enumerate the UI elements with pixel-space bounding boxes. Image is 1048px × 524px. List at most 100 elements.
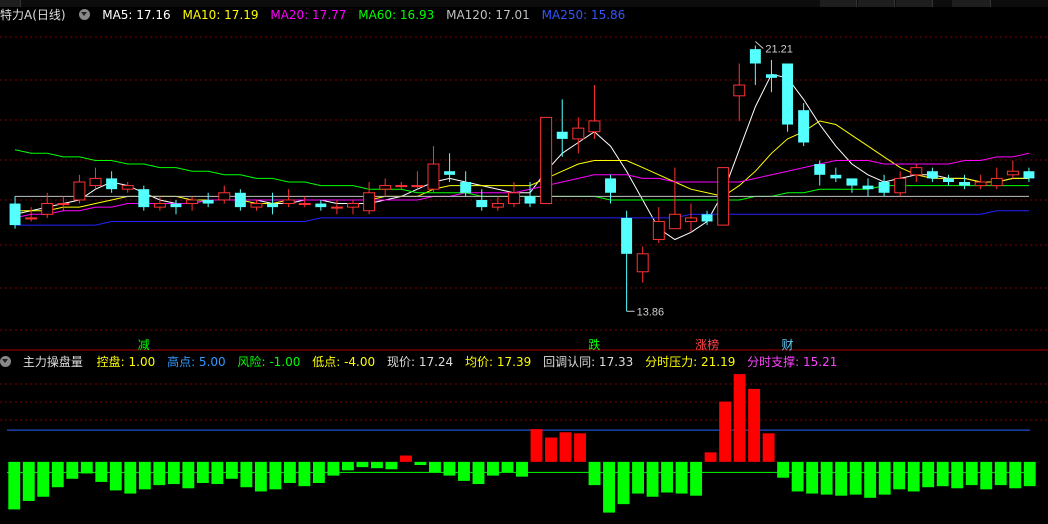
candle-body (636, 253, 649, 273)
candle-body (106, 178, 118, 190)
volume-bar (820, 461, 833, 495)
candle-body (668, 213, 681, 230)
candle-body (491, 203, 504, 208)
volume-bar (51, 461, 64, 488)
volume-bar (196, 461, 209, 483)
ma-line-ma250 (15, 210, 1029, 226)
candle-body (765, 74, 777, 78)
volume-bar (138, 461, 151, 490)
candle-body (138, 189, 150, 208)
candle-body (862, 185, 874, 190)
volume-bar (283, 461, 296, 483)
candle-body (846, 178, 858, 186)
low-price-label: 13.86 (637, 306, 665, 318)
volume-bar (603, 461, 615, 513)
volume-bar (37, 461, 50, 497)
candle-body (749, 49, 761, 64)
volume-bar (429, 461, 441, 473)
candle-body (41, 203, 54, 215)
event-marker: 涨榜 (695, 337, 719, 352)
candle-body (605, 178, 616, 193)
candle-body (830, 174, 842, 179)
candle-body (282, 199, 295, 205)
volume-bar (22, 461, 35, 501)
event-marker: 财 (782, 338, 794, 352)
candle-body (1006, 170, 1019, 176)
candle-body (621, 217, 633, 254)
candle-body (910, 167, 923, 176)
candle-body (733, 84, 746, 97)
volume-bar (806, 461, 819, 494)
volume-bar (748, 388, 761, 462)
volume-bar (1009, 461, 1022, 489)
volume-bar (95, 461, 108, 482)
candle-body (444, 171, 456, 175)
volume-bar (240, 461, 253, 488)
volume-bar (588, 461, 601, 486)
volume-bar (516, 461, 528, 477)
candle-body (572, 127, 585, 140)
volume-bar (835, 461, 848, 496)
volume-bar (864, 461, 877, 498)
candle-body (814, 164, 826, 175)
candle-body (959, 182, 971, 186)
volume-bar (574, 433, 586, 462)
candle-body (974, 181, 987, 187)
candle-body (153, 203, 166, 208)
candle-body (652, 221, 665, 240)
volume-bar (675, 461, 688, 494)
volume-bar (211, 461, 224, 485)
volume-bar (777, 461, 790, 478)
volume-bar (399, 455, 412, 462)
volume-bar (1023, 461, 1036, 487)
candle-body (25, 217, 38, 220)
candle-body (878, 182, 890, 193)
candle-body (507, 192, 520, 205)
volume-bar (356, 461, 369, 468)
volume-bar (269, 461, 282, 490)
candle-body (347, 203, 359, 208)
candle-body (330, 206, 343, 209)
candle-body (267, 203, 279, 208)
candle-body (460, 182, 472, 193)
volume-bar (690, 461, 703, 496)
candle-body (524, 196, 536, 204)
candle-body (782, 63, 794, 125)
event-marker: 减 (138, 338, 150, 352)
candle-body (943, 178, 954, 182)
volume-bar (414, 461, 427, 466)
volume-bar (791, 461, 804, 492)
volume-bar (762, 433, 775, 462)
ma-line-ma10 (15, 120, 1029, 212)
volume-bar (704, 452, 717, 462)
candle-body (89, 177, 102, 187)
candle-body (9, 203, 21, 226)
volume-bar (907, 461, 920, 492)
volume-bar (443, 461, 456, 476)
volume-bar (994, 461, 1007, 486)
volume-bar (341, 461, 354, 471)
volume-bar (936, 461, 949, 487)
candle-body (990, 177, 1003, 187)
volume-bar (385, 461, 398, 470)
volume-bar (632, 461, 645, 494)
volume-bar (66, 461, 79, 479)
volume-bar (109, 461, 122, 491)
volume-bar (8, 461, 21, 510)
candle-body (170, 203, 182, 208)
candle-body (250, 203, 263, 208)
volume-bar (617, 461, 630, 505)
high-pointer (755, 41, 764, 49)
candle-body (395, 185, 408, 188)
volume-bar (893, 461, 906, 490)
volume-bar (719, 401, 732, 462)
volume-bar (646, 461, 659, 497)
volume-bar (922, 461, 935, 488)
kline-chart[interactable]: 21.21 13.86 减 跌 涨榜 财 (0, 0, 1048, 524)
candle-body (298, 203, 311, 206)
volume-bar (545, 437, 557, 462)
volume-bar (487, 461, 499, 476)
candle-body (717, 167, 730, 226)
volume-bar (559, 432, 572, 462)
volume-bar (312, 461, 325, 483)
